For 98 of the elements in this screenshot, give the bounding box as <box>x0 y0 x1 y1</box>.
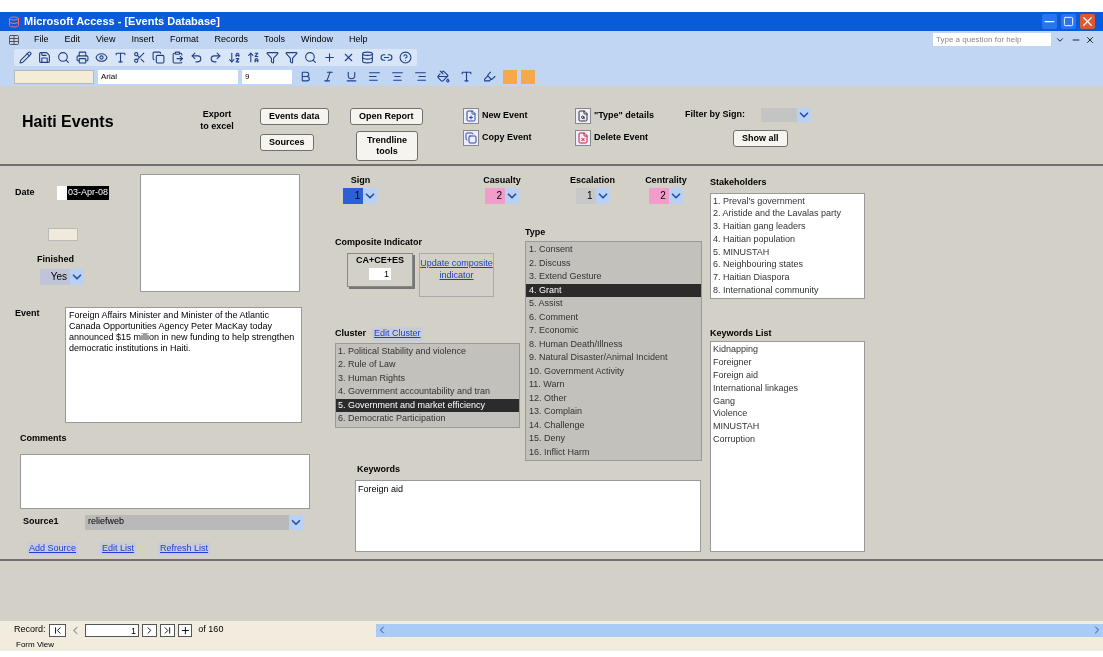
indicator-combo[interactable]: 1 <box>575 187 610 204</box>
menu-item[interactable]: Format <box>161 32 207 47</box>
font-size-combo[interactable]: 9 <box>242 69 292 84</box>
keyword-item[interactable]: Foreign aid <box>711 368 864 382</box>
event-button[interactable]: New Event <box>463 108 575 124</box>
keyword-item[interactable]: Gang <box>711 394 864 408</box>
font-combo[interactable]: Arial <box>98 69 238 84</box>
cluster-item[interactable]: 2. Rule of Law <box>336 358 519 372</box>
menu-item[interactable]: Edit <box>56 32 89 47</box>
stakeholder-item[interactable]: 3. Haitian gang leaders <box>711 220 864 233</box>
status-text: Form View <box>16 640 55 650</box>
type-item[interactable]: 11. Warn <box>526 378 701 392</box>
keyword-item[interactable]: Kidnapping <box>711 343 864 357</box>
menu-item[interactable]: Insert <box>123 32 162 47</box>
cluster-item[interactable]: 1. Political Stability and violence <box>336 344 519 358</box>
cluster-item[interactable]: 5. Government and market efficiency <box>336 398 519 412</box>
indicator-label: Sign <box>350 174 371 187</box>
source-link[interactable]: Add Source <box>27 541 79 555</box>
keywords-field[interactable]: Foreign aid <box>355 479 701 552</box>
type-item[interactable]: 16. Inflict Harm <box>526 445 701 459</box>
record-number-field[interactable]: 1 <box>85 623 140 637</box>
type-item[interactable]: 5. Assist <box>526 297 701 311</box>
keyword-item[interactable]: International linkages <box>711 381 864 395</box>
export-label: Export to excel <box>200 108 234 132</box>
indicator-combo[interactable]: 2 <box>648 187 683 204</box>
menu-item[interactable]: View <box>88 32 124 47</box>
record-count: of 160 <box>198 623 224 637</box>
show-all-button[interactable]: Show all <box>733 130 788 147</box>
stakeholder-item[interactable]: 7. Haitian Diaspora <box>711 271 864 285</box>
type-item[interactable]: 4. Grant <box>526 283 701 297</box>
event-button[interactable]: Copy Event <box>463 130 575 146</box>
composite-label: Composite Indicator <box>335 235 423 249</box>
filter-label: Filter by Sign: <box>685 108 745 122</box>
type-item[interactable]: 2. Discuss <box>526 256 701 270</box>
indicator-combo[interactable]: 2 <box>485 187 520 204</box>
source-link[interactable]: Refresh List <box>158 541 211 555</box>
stakeholder-item[interactable]: 8. International community <box>711 284 864 297</box>
stakeholder-item[interactable]: 6. Neighbouring states <box>711 258 864 272</box>
indicator-label: Centrality <box>645 174 687 187</box>
menu-item[interactable]: Records <box>206 32 256 47</box>
type-item[interactable]: 15. Deny <box>526 432 701 446</box>
stakeholder-item[interactable]: 5. MINUSTAH <box>711 245 864 259</box>
cluster-item[interactable]: 6. Democratic Participation <box>336 412 519 426</box>
keyword-item[interactable]: MINUSTAH <box>711 420 864 433</box>
composite-value: 1 <box>369 267 391 280</box>
stakeholder-item[interactable]: 4. Haitian population <box>711 232 864 246</box>
window-title: Microsoft Access - [Events Database] <box>24 14 221 30</box>
type-item[interactable]: 10. Government Activity <box>526 364 701 378</box>
stakeholders-label: Stakeholders <box>710 176 768 189</box>
type-item[interactable]: 14. Challenge <box>526 418 701 432</box>
type-item[interactable]: 8. Human Death/Illness <box>526 337 701 351</box>
indicator-combo[interactable]: 1 <box>343 187 378 204</box>
stakeholder-item[interactable]: 1. Preval's government <box>711 194 864 208</box>
field-label: Source1 <box>23 515 60 529</box>
type-item[interactable]: 9. Natural Disaster/Animal Incident <box>526 351 701 365</box>
menu-item[interactable]: Window <box>292 32 341 47</box>
stakeholder-item[interactable]: 2. Aristide and the Lavalas party <box>711 207 864 221</box>
event-field[interactable]: Foreign Affairs Minister and Minister of the Atlantic Canada Opportunities Agency Peter MacKay today announced $15 million in new funding to help strengthen democratic institutions in Haiti. <box>65 307 302 423</box>
update-link[interactable]: Update composite indicator <box>419 253 494 297</box>
indicator-label: Casualty <box>483 174 521 187</box>
cluster-item[interactable]: 3. Human Rights <box>336 371 519 385</box>
menu-item[interactable]: Tools <box>255 32 293 47</box>
report-button[interactable]: Trendline tools <box>356 131 418 161</box>
finished-combo[interactable]: Yes <box>40 268 84 285</box>
keywords-list-label: Keywords List <box>710 326 773 340</box>
form-title: Haiti Events <box>22 112 115 132</box>
keyword-item[interactable]: Violence <box>711 407 864 421</box>
indicator-label: Escalation <box>570 174 616 187</box>
type-item[interactable]: 1. Consent <box>526 243 701 257</box>
field-label: Finished <box>37 253 75 266</box>
keyword-item[interactable]: Foreigner <box>711 356 864 369</box>
field-label: Comments <box>20 432 68 445</box>
source-link[interactable]: Edit List <box>100 541 137 555</box>
export-button[interactable]: Sources <box>260 134 314 151</box>
edit-cluster-button[interactable]: Edit Cluster <box>372 327 423 341</box>
type-item[interactable]: 3. Extend Gesture <box>526 270 701 284</box>
cluster-label: Cluster <box>335 327 366 340</box>
type-label: Type <box>525 225 547 239</box>
date-field[interactable]: 03-Apr-08 <box>57 186 110 200</box>
menu-item[interactable]: File <box>26 32 57 47</box>
field-label: Event <box>15 307 41 320</box>
field-label: Date <box>15 186 36 200</box>
cluster-item[interactable]: 4. Government accountability and tran <box>336 385 519 399</box>
event-button[interactable]: "Type" details <box>575 108 685 124</box>
export-button[interactable]: Events data <box>260 108 329 125</box>
type-item[interactable]: 13. Complain <box>526 405 701 419</box>
help-field[interactable]: Type a question for help <box>933 33 1051 46</box>
keywords-label: Keywords <box>357 463 401 476</box>
type-item[interactable]: 6. Comment <box>526 310 701 324</box>
event-button[interactable]: Delete Event <box>575 130 685 146</box>
keyword-item[interactable]: Corruption <box>711 432 864 446</box>
type-item[interactable]: 7. Economic <box>526 324 701 338</box>
composite-formula: CA+CE+ES <box>356 254 404 267</box>
source-combo[interactable]: reliefweb <box>85 514 303 530</box>
menu-item[interactable]: Help <box>340 32 376 47</box>
record-label: Record: <box>14 623 46 637</box>
report-button[interactable]: Open Report <box>350 108 423 125</box>
type-item[interactable]: 12. Other <box>526 391 701 405</box>
